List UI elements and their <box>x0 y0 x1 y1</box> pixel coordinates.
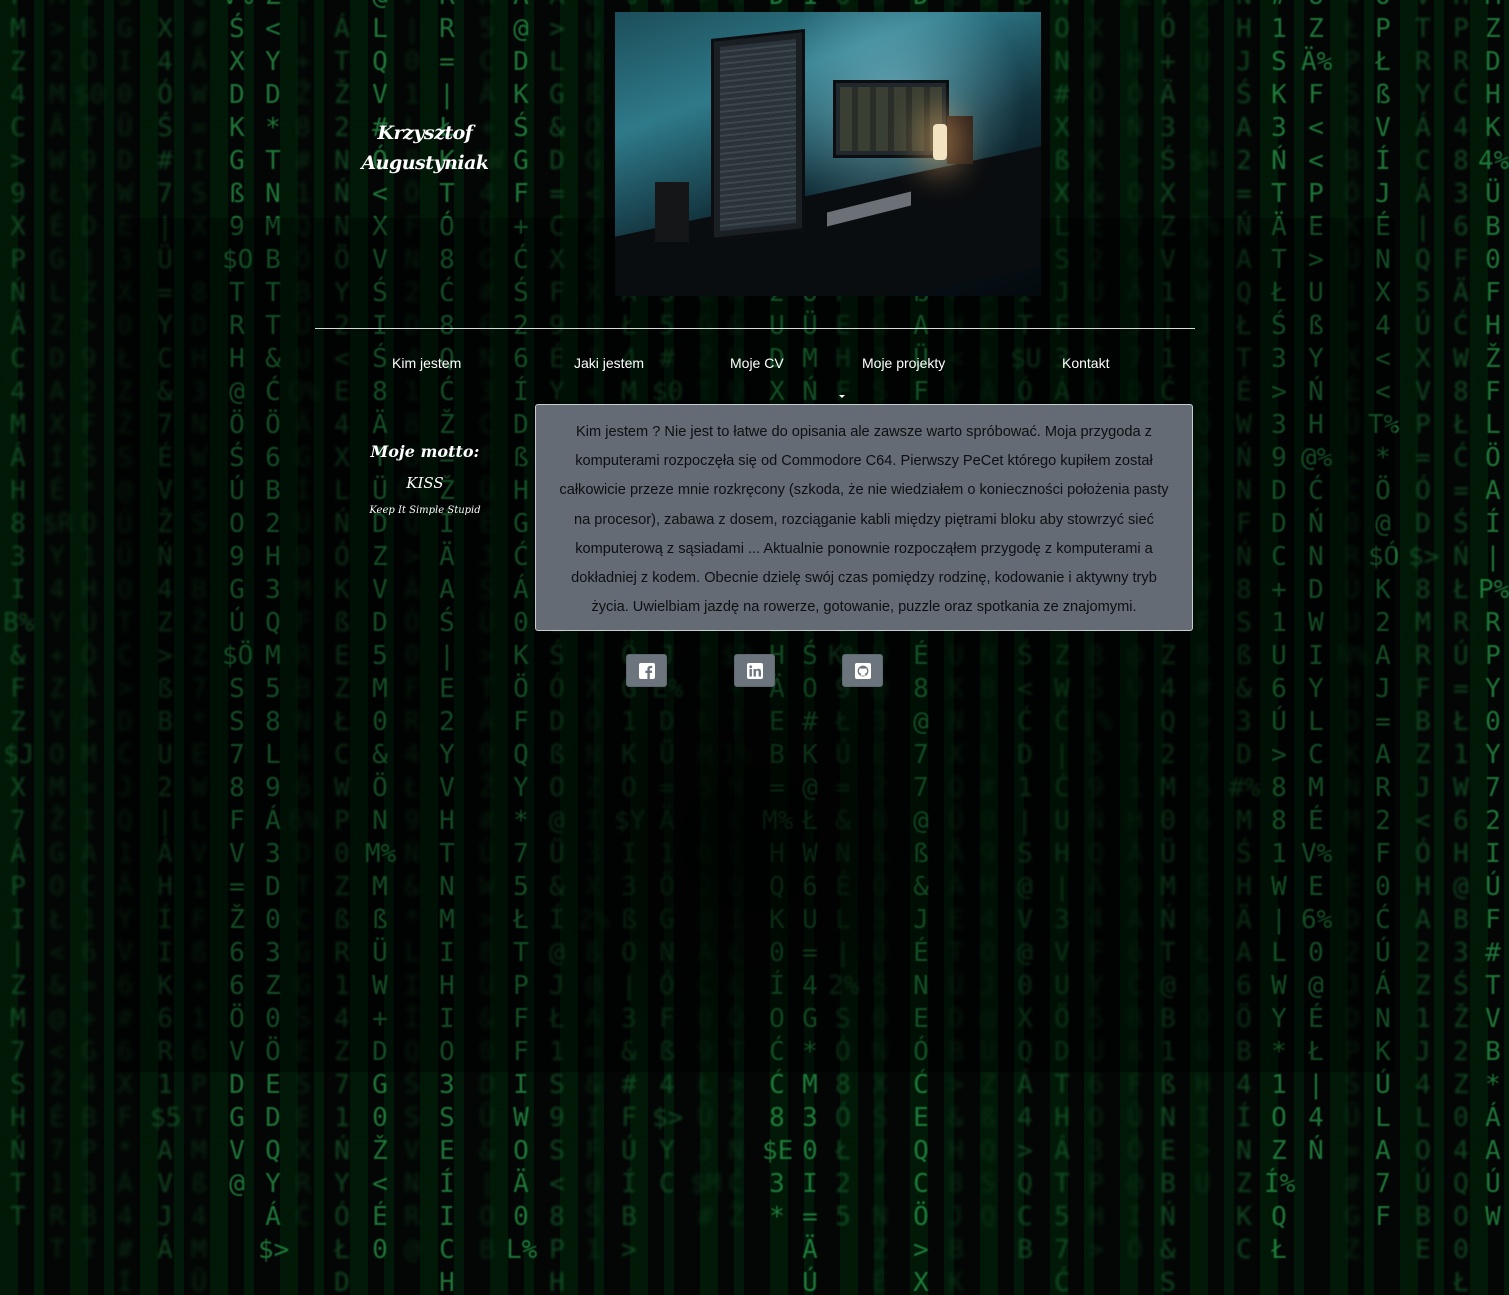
hero-monitor <box>833 80 949 158</box>
about-panel: Kim jestem ? Nie jest to łatwe do opisan… <box>535 404 1193 631</box>
nav-item-kim-jestem[interactable]: Kim jestem <box>392 355 461 371</box>
hero-speaker-left <box>655 182 689 242</box>
motto-heading: Moje motto: <box>370 442 480 461</box>
matrix-glyph-column: MZDHK4%ÜB0FHŽFLÖAÍ|P%RPY0Y72IÚF#TVB*ÁAÚW <box>1478 0 1509 1232</box>
main-nav: Kim jestem Jaki jestem Moje CV Moje proj… <box>0 355 1509 375</box>
header-divider <box>315 328 1195 329</box>
linkedin-icon <box>747 663 763 679</box>
github-button[interactable] <box>842 654 883 687</box>
facebook-button[interactable] <box>626 654 667 687</box>
motto-expansion: Keep It Simple Stupid <box>369 505 481 516</box>
motto-acronym: KISS <box>406 474 444 492</box>
about-text: Kim jestem ? Nie jest to łatwe do opisan… <box>559 424 1169 616</box>
brand-last-name: Augustyniak <box>361 152 489 174</box>
hero-lamp <box>933 124 947 160</box>
facebook-icon <box>639 663 655 679</box>
matrix-glyph-column: M>2MÄWŁÉGLZDAXÍÉ$RY4Y+ZYOMŽGOŁ<&@<ŽÉ71RT <box>42 0 74 1265</box>
matrix-glyph-column: HPRĆ4836FÄĆW8ŁĆ=ŚŃŁRÚ=Ł1W6H@B3ŚŽ2Z04QO0Ł <box>1453 0 1469 1295</box>
linkedin-button[interactable] <box>734 654 775 687</box>
dropdown-caret-icon[interactable] <box>839 395 845 398</box>
nav-item-kontakt[interactable]: Kontakt <box>1062 355 1109 371</box>
site-brand[interactable]: Krzysztof Augustyniak <box>340 118 510 178</box>
matrix-glyph-column: VTRYÁCÁ|Q5ÚXVP=ÓD$>8MRFBZJ<ÓHA2Z1J4LOÚBE <box>1408 0 1440 1265</box>
hero-image-desk-setup <box>615 12 1041 296</box>
nav-item-jaki-jestem[interactable]: Jaki jestem <box>574 355 644 371</box>
nav-item-moje-projekty[interactable]: Moje projekty <box>862 355 945 371</box>
nav-item-moje-cv[interactable]: Moje CV <box>730 355 784 371</box>
matrix-glyph-column: ÍßO$0T9YD|Z>92FŚ*O1HÚÓÁ>M=IAC16=+G4BP3BT <box>74 0 106 1265</box>
hero-vertical-monitor <box>711 29 805 241</box>
hero-speaker-right <box>947 116 973 164</box>
brand-first-name: Krzysztof <box>377 122 473 144</box>
github-icon <box>855 663 871 679</box>
matrix-glyph-column: FMZ4C>9XPŃÁC4MÁH83IB%&FZ$JX7ÁPI|ZM7SHŃTT <box>3 0 35 1232</box>
